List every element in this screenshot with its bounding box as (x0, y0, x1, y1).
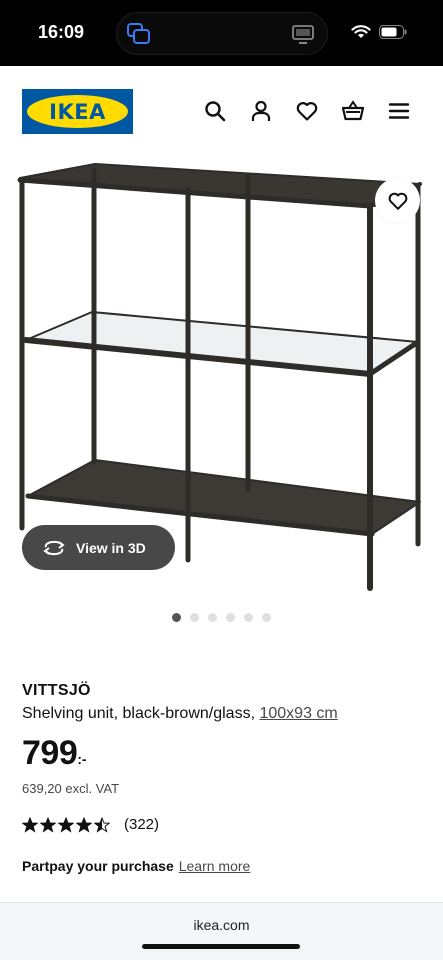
star-full-icon (76, 816, 92, 833)
product-name: VITTSJÖ (22, 682, 91, 699)
ikea-logo[interactable]: IKEA (22, 89, 133, 134)
status-bar: 16:09 (0, 0, 443, 66)
image-carousel-dots (172, 613, 271, 622)
star-full-icon (58, 816, 74, 833)
wifi-icon (351, 25, 371, 38)
partpay-label: Partpay your purchase (22, 858, 174, 874)
carousel-dot[interactable] (190, 613, 199, 622)
app-header: IKEA (0, 66, 443, 246)
carousel-dot[interactable] (262, 613, 271, 622)
carousel-dot[interactable] (208, 613, 217, 622)
heart-icon[interactable] (295, 99, 319, 123)
dynamic-island (116, 12, 328, 55)
header-icons (203, 99, 411, 123)
browser-address-bar[interactable]: ikea.com (0, 902, 443, 960)
review-count[interactable]: (322) (124, 816, 159, 833)
partpay-row: Partpay your purchase Learn more (22, 858, 250, 874)
search-icon[interactable] (203, 99, 227, 123)
home-indicator (142, 944, 300, 949)
menu-icon[interactable] (387, 99, 411, 123)
view-in-3d-label: View in 3D (76, 539, 146, 556)
price: 799 :- (22, 733, 87, 773)
size-link[interactable]: 100x93 cm (259, 705, 337, 722)
user-icon[interactable] (249, 99, 273, 123)
status-icons (351, 24, 407, 40)
heart-icon (388, 192, 407, 210)
view-in-3d-button[interactable]: View in 3D (22, 525, 175, 570)
star-full-icon (40, 816, 56, 833)
rotate-3d-icon (43, 540, 65, 555)
status-time: 16:09 (38, 22, 85, 42)
carousel-dot[interactable] (226, 613, 235, 622)
product-rating[interactable]: (322) (22, 816, 159, 833)
app-switcher-icon (127, 23, 150, 44)
star-half-icon (94, 816, 110, 833)
url-text[interactable]: ikea.com (0, 917, 443, 933)
carousel-dot[interactable] (244, 613, 253, 622)
screen-mirroring-icon (292, 25, 314, 44)
price-integer: 799 (22, 734, 78, 772)
star-full-icon (22, 816, 38, 833)
product-description: Shelving unit, black-brown/glass, 100x93… (22, 705, 338, 723)
carousel-dot[interactable] (172, 613, 181, 622)
price-excl-vat: 639,20 excl. VAT (22, 781, 120, 796)
wishlist-button[interactable] (375, 178, 420, 223)
battery-icon (379, 25, 407, 39)
logo-text: IKEA (49, 99, 106, 124)
product-description-text: Shelving unit, black-brown/glass, (22, 705, 256, 722)
learn-more-link[interactable]: Learn more (179, 858, 251, 874)
price-suffix: :- (77, 751, 87, 767)
basket-icon[interactable] (341, 99, 365, 123)
